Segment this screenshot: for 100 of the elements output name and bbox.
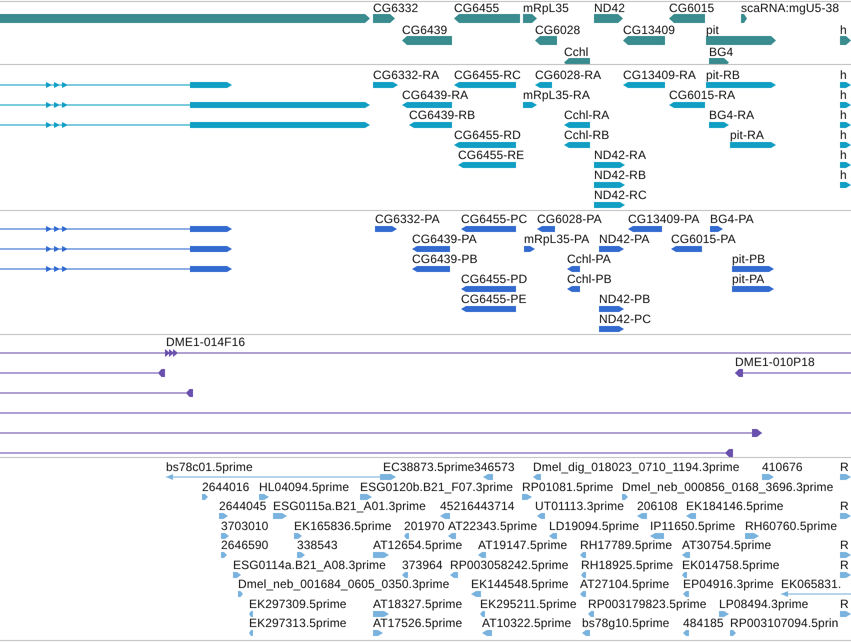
est-label[interactable]: RH17789.5prime	[580, 539, 672, 552]
est-label[interactable]: EK184146.5prime	[686, 500, 784, 513]
est-label[interactable]: RP003107094.5prin	[730, 617, 838, 630]
transcript-label[interactable]: CG6028-RA	[535, 69, 602, 82]
gene-label[interactable]: mRpL35	[523, 2, 569, 15]
est-label[interactable]: AT12654.5prime	[373, 539, 462, 552]
est-label[interactable]: 2644045	[219, 500, 266, 513]
est-label[interactable]: LD19094.5prime	[549, 520, 640, 532]
transcript-label[interactable]: mRpL35-RA	[523, 89, 590, 102]
protein-label[interactable]: ND42-PB	[599, 293, 650, 306]
est-label[interactable]: EP04916.3prime	[683, 578, 774, 591]
est-label[interactable]: ESG0114a.B21_A08.3prime	[233, 558, 386, 572]
transcript-label[interactable]: pit-RB	[706, 69, 740, 82]
gene-label[interactable]: CG6028	[535, 24, 580, 37]
est-label[interactable]: EK295211.5prime	[480, 598, 577, 610]
est-label[interactable]: R	[840, 500, 849, 513]
transcript-label[interactable]: pit-RA	[730, 129, 764, 142]
protein-label[interactable]: BG4-PA	[710, 213, 754, 226]
est-label[interactable]: UT01113.3prime	[535, 500, 624, 513]
transcript-label[interactable]: CG6332-RA	[373, 69, 440, 82]
est-label[interactable]: AT19147.5prime	[478, 539, 568, 552]
transcript-label[interactable]: CG6439-RB	[409, 109, 476, 122]
est-label[interactable]: EK297313.5prime	[249, 617, 347, 630]
gene-label[interactable]: h	[840, 24, 847, 37]
protein-label[interactable]: CG6015-PA	[671, 233, 736, 246]
est-label[interactable]: EK065831.	[781, 578, 842, 591]
transcript-label[interactable]: CG6439-RA	[402, 89, 468, 102]
est-label[interactable]: Dmel_neb_001684_0605_0350.3prime	[238, 578, 450, 591]
transcript-label[interactable]: Cchl-RB	[564, 129, 610, 142]
transcript-label[interactable]: ND42-RB	[594, 169, 646, 182]
transcript-label[interactable]: ND42-RC	[594, 189, 647, 202]
transcript-label[interactable]: h	[840, 69, 847, 82]
est-label[interactable]: bs78g10.5prime	[582, 617, 670, 630]
est-label[interactable]: LP08494.3prime	[719, 598, 808, 610]
est-label[interactable]: 373964	[402, 558, 443, 572]
gene-label[interactable]: CG6015	[669, 2, 714, 15]
est-label[interactable]: RP01081.5prime	[522, 480, 614, 494]
est-label[interactable]: R	[840, 558, 849, 572]
est-label[interactable]: EK297309.5prime	[249, 598, 347, 610]
gene-label[interactable]: CG6455	[454, 2, 500, 15]
est-label[interactable]: AT27104.5prime	[580, 578, 670, 591]
est-label[interactable]: EK165836.5prime	[294, 520, 392, 532]
transcript-label[interactable]: h	[840, 129, 847, 142]
est-label[interactable]: RP003058242.5prime	[450, 558, 569, 572]
transcript-label[interactable]: BG4-RA	[709, 109, 754, 122]
est-label[interactable]: RP003179823.5prime	[588, 598, 707, 610]
gene-label[interactable]: CG6332	[373, 2, 418, 15]
est-label[interactable]: ESG0115a.B21_A01.3prime	[273, 500, 426, 513]
est-label[interactable]: Dmel_dig_018023_0710_1194.3prime	[533, 461, 740, 474]
protein-label[interactable]: CG6455-PC	[461, 213, 528, 226]
est-label[interactable]: AT18327.5prime	[373, 598, 462, 610]
est-label[interactable]: AT30754.5prime	[682, 539, 772, 552]
gene-label[interactable]: pit	[706, 24, 719, 37]
est-label[interactable]: R	[840, 598, 849, 610]
est-label[interactable]: R	[840, 461, 849, 474]
protein-label[interactable]: CG6332-PA	[375, 213, 440, 226]
clone-label[interactable]: DME1-014F16	[166, 336, 246, 349]
est-label[interactable]: R	[840, 539, 849, 552]
protein-label[interactable]: pit-PB	[732, 253, 766, 266]
protein-label[interactable]: Cchl-PB	[567, 273, 612, 286]
est-label[interactable]: HL04094.5prime	[259, 480, 350, 494]
est-label[interactable]: 3703010	[221, 520, 268, 532]
est-label[interactable]: 410676	[762, 461, 803, 474]
transcript-label[interactable]: h	[840, 169, 847, 182]
est-label[interactable]: RH60760.5prime	[745, 520, 838, 532]
est-label[interactable]: AT17526.5prime	[373, 617, 462, 630]
est-label[interactable]: bs78c01.5prime	[166, 461, 253, 474]
transcript-label[interactable]: CG6455-RC	[454, 69, 521, 82]
transcript-label[interactable]: CG13409-RA	[623, 69, 696, 82]
est-label[interactable]: RH18925.5prime	[581, 558, 674, 572]
clone-label[interactable]: DME1-010P18	[735, 356, 815, 369]
transcript-label[interactable]: h	[840, 89, 847, 102]
est-label[interactable]: 484185	[683, 617, 724, 630]
protein-label[interactable]: Cchl-PA	[567, 253, 611, 266]
protein-label[interactable]: ND42-PA	[599, 233, 650, 246]
est-label[interactable]: 206108	[637, 500, 678, 513]
est-label[interactable]: AT10322.5prime	[482, 617, 572, 630]
protein-label[interactable]: mRpL35-PA	[524, 233, 590, 246]
gene-label[interactable]: scaRNA:mgU5-38	[741, 2, 840, 15]
protein-label[interactable]: CG6028-PA	[537, 213, 602, 226]
est-label[interactable]: 346573	[474, 461, 515, 474]
transcript-label[interactable]: CG6455-RE	[458, 149, 524, 162]
est-label[interactable]: Dmel_neb_000856_0168_3696.3prime	[622, 480, 834, 494]
transcript-label[interactable]: Cchl-RA	[564, 109, 610, 122]
est-label[interactable]: 338543	[297, 539, 338, 552]
est-label[interactable]: IP11650.5prime	[650, 520, 736, 532]
protein-label[interactable]: CG6455-PD	[461, 273, 528, 286]
est-label[interactable]: 45216443714	[440, 500, 515, 513]
est-label[interactable]: 201970	[404, 520, 445, 532]
est-label[interactable]: AT22343.5prime	[448, 520, 538, 532]
gene-label[interactable]: CG13409	[623, 24, 676, 37]
est-label[interactable]: EC38873.5prime	[383, 461, 474, 474]
est-label[interactable]: 2646590	[221, 539, 268, 552]
est-label[interactable]: ESG0120b.B21_F07.3prime	[360, 480, 514, 494]
protein-label[interactable]: ND42-PC	[599, 313, 652, 326]
protein-label[interactable]: CG6455-PE	[461, 293, 527, 306]
transcript-label[interactable]: h	[840, 109, 847, 122]
protein-label[interactable]: CG6439-PB	[412, 253, 478, 266]
est-label[interactable]: EK014758.5prime	[682, 558, 780, 572]
est-label[interactable]: 2644016	[202, 480, 250, 494]
